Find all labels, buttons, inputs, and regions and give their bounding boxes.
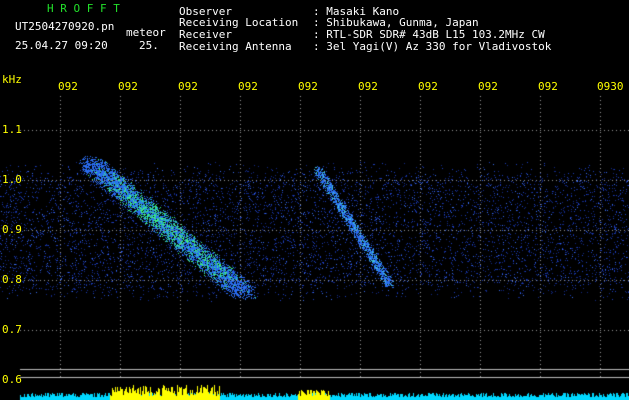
filename-label: UT2504270920.pn <box>15 20 115 33</box>
time-tick: 092 <box>478 80 498 93</box>
freq-tick: 0.9 <box>2 223 22 236</box>
freq-tick: 1.0 <box>2 173 22 186</box>
unit-label: kHz <box>2 73 22 86</box>
time-tick: 092 <box>178 80 198 93</box>
freq-tick: 0.6 <box>2 373 22 386</box>
time-tick: 092 <box>238 80 258 93</box>
time-tick: 092 <box>58 80 78 93</box>
datetime-label: 25.04.27 09:20 <box>15 39 108 52</box>
datetime-extra: 25. <box>139 39 159 52</box>
time-tick: 092 <box>538 80 558 93</box>
time-tick: 092 <box>418 80 438 93</box>
freq-tick: 0.8 <box>2 273 22 286</box>
time-tick: 092 <box>358 80 378 93</box>
spectrogram-canvas <box>0 0 629 400</box>
antenna-value: : 3el Yagi(V) Az 330 for Vladivostok <box>313 40 552 53</box>
time-tick: 092 <box>118 80 138 93</box>
meteor-label: meteor <box>126 26 166 39</box>
time-tick: 0930 <box>597 80 624 93</box>
antenna-label: Receiving Antenna <box>179 40 292 53</box>
time-tick: 092 <box>298 80 318 93</box>
app-title: H R O F F T <box>47 2 120 15</box>
freq-tick: 1.1 <box>2 123 22 136</box>
freq-tick: 0.7 <box>2 323 22 336</box>
